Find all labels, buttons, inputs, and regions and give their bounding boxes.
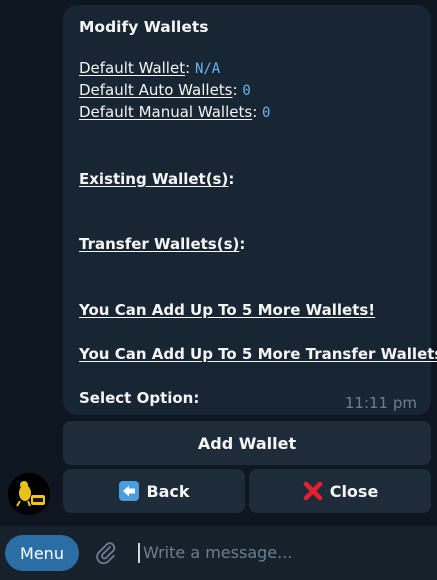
close-label: Close bbox=[329, 481, 379, 501]
existing-wallets-heading: Existing Wallet(s): bbox=[79, 170, 235, 188]
add-wallet-button[interactable]: Add Wallet bbox=[63, 421, 431, 465]
back-arrow-emoji-icon bbox=[118, 480, 140, 502]
message-bubble: Modify Wallets Default Wallet: N/A Defau… bbox=[63, 5, 437, 415]
add-more-wallets-text: You Can Add Up To 5 More Wallets! bbox=[79, 301, 376, 319]
close-button[interactable]: Close bbox=[249, 469, 431, 513]
message-composer: Menu bbox=[0, 526, 437, 580]
red-x-emoji-icon bbox=[302, 480, 324, 502]
text-caret bbox=[138, 543, 140, 563]
default-wallet-label: Default Wallet bbox=[79, 59, 186, 77]
default-auto-line: Default Auto Wallets: 0 bbox=[79, 81, 251, 99]
transfer-wallets-heading: Transfer Wallets(s): bbox=[79, 235, 246, 253]
default-wallet-line: Default Wallet: N/A bbox=[79, 59, 221, 77]
menu-button[interactable]: Menu bbox=[5, 535, 79, 571]
default-manual-label: Default Manual Wallets bbox=[79, 103, 253, 121]
message-title: Modify Wallets bbox=[79, 18, 209, 36]
add-more-transfer-text: You Can Add Up To 5 More Transfer Wallet… bbox=[79, 345, 437, 363]
back-button[interactable]: Back bbox=[63, 469, 245, 513]
default-auto-label: Default Auto Wallets bbox=[79, 81, 233, 99]
default-manual-line: Default Manual Wallets: 0 bbox=[79, 103, 271, 121]
paperclip-icon[interactable] bbox=[93, 540, 119, 566]
message-timestamp: 11:11 pm bbox=[344, 394, 417, 412]
default-auto-value[interactable]: 0 bbox=[242, 83, 250, 99]
default-manual-value[interactable]: 0 bbox=[262, 105, 270, 121]
bot-avatar[interactable] bbox=[8, 473, 50, 515]
message-input[interactable] bbox=[143, 540, 423, 564]
select-option-text: Select Option: bbox=[79, 389, 200, 407]
add-wallet-label: Add Wallet bbox=[197, 433, 297, 453]
default-wallet-value[interactable]: N/A bbox=[195, 61, 220, 77]
back-label: Back bbox=[146, 481, 190, 501]
